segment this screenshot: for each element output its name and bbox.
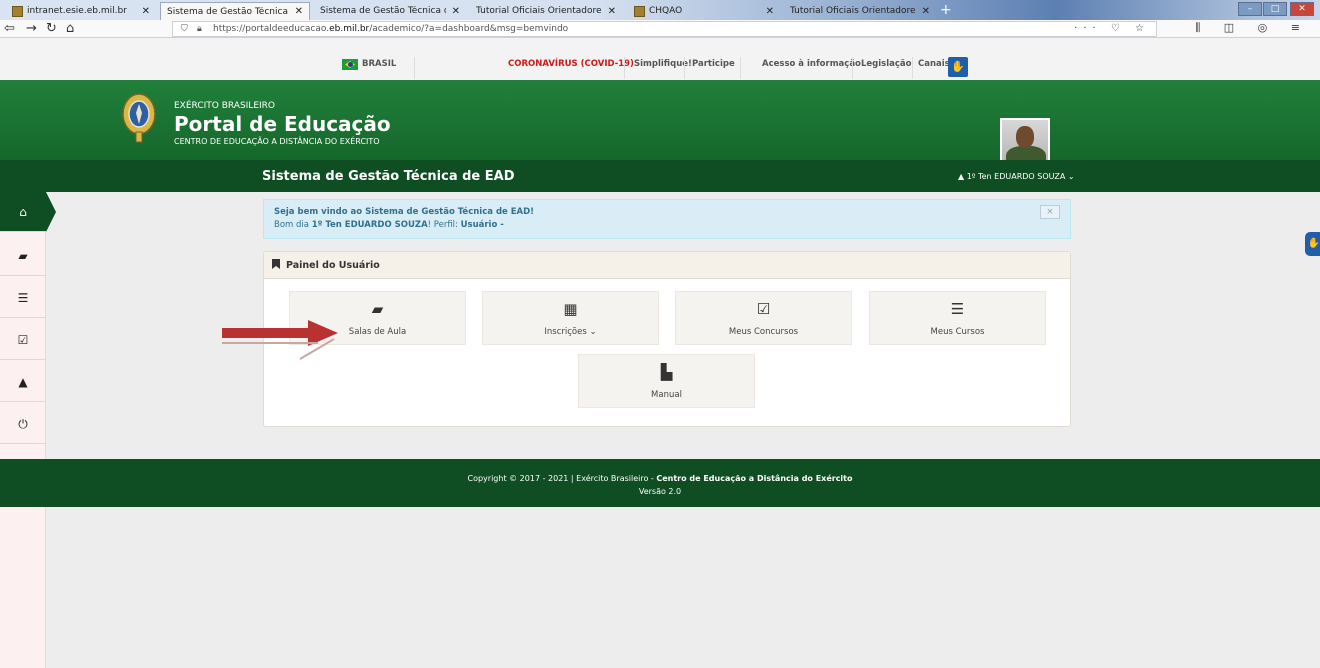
alert-profile-label: ! Perfil: xyxy=(427,220,461,230)
url-domain: eb.mil.br xyxy=(329,24,370,34)
tab-title: CHQAO xyxy=(649,6,683,16)
tab-title: Sistema de Gestão Técnica de EAD xyxy=(167,6,289,17)
alert-title: Seja bem vindo ao Sistema de Gestão Técn… xyxy=(274,207,535,217)
sidebar-item-logout[interactable]: ⏻ xyxy=(0,404,46,444)
tab-title: Sistema de Gestão Técnica de EAD xyxy=(320,6,446,16)
annotation-arrow-icon xyxy=(222,320,338,360)
book-icon: ▰ xyxy=(18,249,28,263)
browser-tab-bar: intranet.esie.eb.mil.br ✕ Sistema de Ges… xyxy=(0,0,1320,20)
book-icon: ▰ xyxy=(371,300,384,318)
browser-tab[interactable]: CHQAO ✕ xyxy=(628,2,780,20)
tab-title: Tutorial Oficiais Orientadores - CH xyxy=(476,6,602,16)
brazil-flag-icon xyxy=(342,59,358,70)
close-tab-icon[interactable]: ✕ xyxy=(295,6,303,17)
system-bar xyxy=(0,160,1320,192)
browser-tab-active[interactable]: Sistema de Gestão Técnica de EAD ✕ xyxy=(160,2,310,20)
close-tab-icon[interactable]: ✕ xyxy=(766,6,774,17)
user-icon: ▲ xyxy=(18,375,28,389)
tile-manual[interactable]: ▙ Manual xyxy=(578,354,755,408)
forward-icon[interactable]: → xyxy=(26,21,37,36)
browser-tab[interactable]: intranet.esie.eb.mil.br ✕ xyxy=(6,2,156,20)
gov-legislacao-link[interactable]: Legislação xyxy=(861,59,912,69)
user-menu-dropdown[interactable]: ▲ 1º Ten EDUARDO SOUZA ⌄ xyxy=(958,172,1075,181)
tile-label: Inscrições ⌄ xyxy=(544,327,597,337)
th-icon: ▦ xyxy=(563,300,578,318)
panel-header: Painel do Usuário xyxy=(264,252,1070,279)
browser-tab[interactable]: Tutorial Oficiais Orientadores - CH ✕ xyxy=(784,2,936,20)
footer-copyright: Copyright © 2017 - 2021 | Exército Brasi… xyxy=(467,474,657,483)
gov-acesso-link[interactable]: Acesso à informação xyxy=(762,59,861,69)
back-icon[interactable]: ⇦ xyxy=(4,21,15,36)
portal-title[interactable]: Portal de Educação xyxy=(174,112,391,136)
panel-title: Painel do Usuário xyxy=(286,260,380,271)
power-icon: ⏻ xyxy=(18,417,28,431)
favicon-icon xyxy=(12,5,23,17)
footer-org-link[interactable]: Centro de Educação a Distância do Exérci… xyxy=(656,474,852,483)
vlibras-icon[interactable]: ✋ xyxy=(1305,232,1320,256)
url-bar[interactable]: ⛉ 🔒︎ https://portaldeeducacao.eb.mil.br/ac… xyxy=(172,21,1157,37)
tile-meus-cursos[interactable]: ☰ Meus Cursos xyxy=(869,291,1046,345)
browser-nav-bar: ⇦ → ↻ ⌂ ⛉ 🔒︎ https://portaldeeducacao.eb.m… xyxy=(0,20,1320,38)
list-icon: ☰ xyxy=(17,291,29,305)
site-footer: Copyright © 2017 - 2021 | Exército Brasi… xyxy=(0,459,1320,507)
maximize-icon[interactable]: □ xyxy=(1263,2,1287,16)
favicon-icon xyxy=(634,5,645,17)
sidebar-item-list[interactable]: ☰ xyxy=(0,278,46,318)
shield-icon: ⛉ xyxy=(181,24,188,34)
page-actions-icon[interactable]: ··· ♡ ☆ xyxy=(1074,22,1150,36)
sidebar-item-user[interactable]: ▲ xyxy=(0,362,46,402)
welcome-alert: Seja bem vindo ao Sistema de Gestão Técn… xyxy=(263,199,1071,239)
gov-brasil-link[interactable]: BRASIL xyxy=(362,59,396,69)
tab-title: Tutorial Oficiais Orientadores - CH xyxy=(790,6,916,16)
close-tab-icon[interactable]: ✕ xyxy=(922,6,930,17)
tile-label: Meus Cursos xyxy=(930,327,985,337)
window-close-icon[interactable]: ✕ xyxy=(1290,2,1314,16)
reload-icon[interactable]: ↻ xyxy=(46,21,57,36)
footer-version: Versão 2.0 xyxy=(638,487,682,496)
close-tab-icon[interactable]: ✕ xyxy=(142,6,150,17)
bookmark-icon xyxy=(272,259,280,269)
toolbar-icons[interactable]: ⫼ ◫ ◎ ≡ xyxy=(1195,21,1310,35)
brand-small-text: EXÉRCITO BRASILEIRO xyxy=(174,101,276,111)
url-prefix: https://portaldeeducacao. xyxy=(213,24,330,34)
tile-label: Manual xyxy=(651,390,682,400)
url-path: /academico/?a=dashboard&msg=bemvindo xyxy=(369,24,569,34)
check-square-icon: ☑ xyxy=(756,300,771,318)
check-square-icon: ☑ xyxy=(17,333,29,347)
alert-user: 1º Ten EDUARDO SOUZA xyxy=(311,220,428,230)
system-title: Sistema de Gestão Técnica de EAD xyxy=(262,169,515,184)
tile-label: Meus Concursos xyxy=(728,327,799,337)
sidebar-item-check[interactable]: ☑ xyxy=(0,320,46,360)
user-panel: Painel do Usuário ▰ Salas de Aula ▦ Insc… xyxy=(263,251,1071,427)
sidebar-item-book[interactable]: ▰ xyxy=(0,236,46,276)
home-icon: ⌂ xyxy=(19,205,27,219)
avatar[interactable] xyxy=(1000,118,1050,164)
gov-covid-link[interactable]: CORONAVÍRUS (COVID-19) xyxy=(508,59,634,69)
brand-subtitle: CENTRO DE EDUCAÇÃO A DISTÂNCIA DO EXÉRCI… xyxy=(174,137,380,146)
gov-canais-link[interactable]: Canais xyxy=(918,59,950,69)
alert-greeting: Bom dia xyxy=(274,220,312,230)
file-icon: ▙ xyxy=(660,363,673,381)
new-tab-icon[interactable]: + xyxy=(940,2,952,18)
browser-tab[interactable]: Sistema de Gestão Técnica de EAD ✕ xyxy=(314,2,466,20)
sidebar-item-home[interactable]: ⌂ xyxy=(0,192,56,232)
minimize-icon[interactable]: – xyxy=(1238,2,1262,16)
home-icon[interactable]: ⌂ xyxy=(66,21,74,36)
lock-icon: 🔒︎ xyxy=(197,24,202,34)
accessibility-icon[interactable]: ✋ xyxy=(948,57,968,77)
tab-title: intranet.esie.eb.mil.br xyxy=(27,6,127,16)
gov-participe-link[interactable]: Participe xyxy=(692,59,735,69)
alert-profile: Usuário - xyxy=(460,220,504,230)
browser-tab[interactable]: Tutorial Oficiais Orientadores - CH ✕ xyxy=(470,2,622,20)
sidebar: ⌂ ▰ ☰ ☑ ▲ ⏻ xyxy=(0,192,56,668)
close-tab-icon[interactable]: ✕ xyxy=(608,6,616,17)
close-icon[interactable]: × xyxy=(1040,205,1060,219)
army-emblem-icon xyxy=(122,93,156,143)
close-tab-icon[interactable]: ✕ xyxy=(452,6,460,17)
tile-inscricoes[interactable]: ▦ Inscrições ⌄ xyxy=(482,291,659,345)
tile-meus-concursos[interactable]: ☑ Meus Concursos xyxy=(675,291,852,345)
list-icon: ☰ xyxy=(950,300,965,318)
